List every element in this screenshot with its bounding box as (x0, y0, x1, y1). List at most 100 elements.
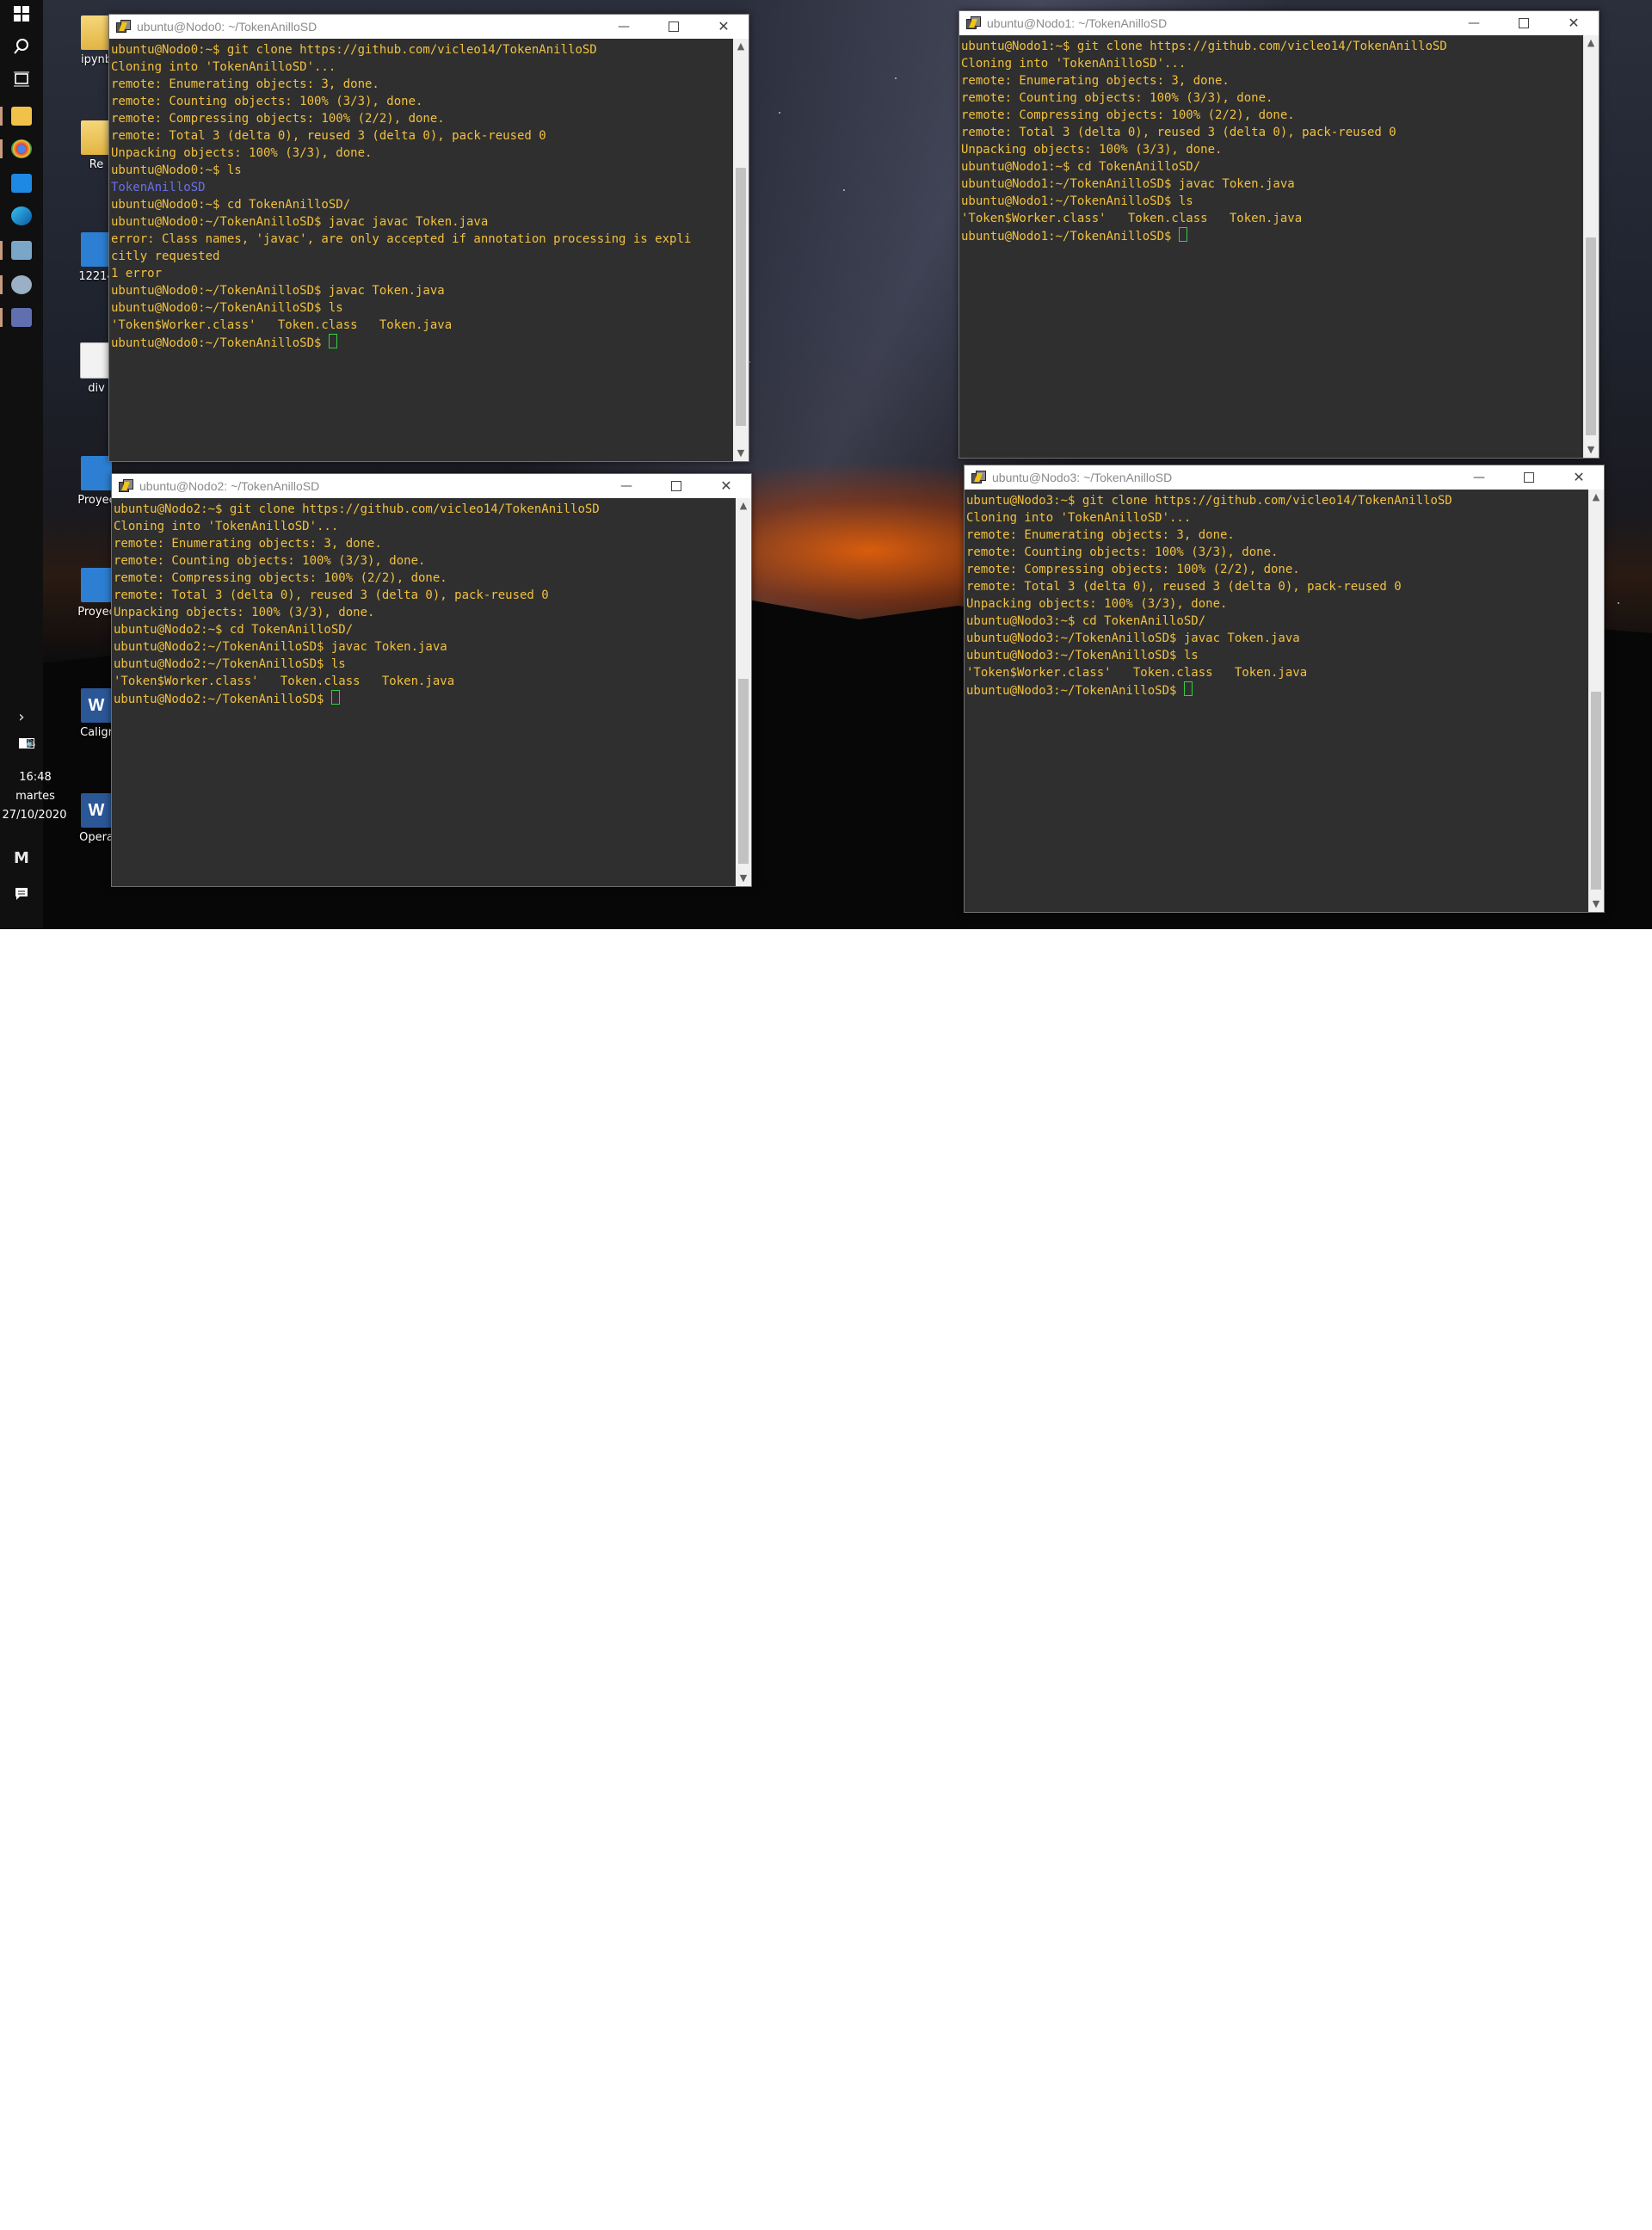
terminal-line-text: ubuntu@Nodo0:~$ ls (111, 163, 242, 177)
terminal-window-nodo1[interactable]: ubuntu@Nodo1: ~/TokenAnilloSD — ✕ ubuntu… (959, 10, 1600, 459)
clock-time[interactable]: 16:48 (14, 771, 57, 784)
maximize-button[interactable] (1504, 465, 1554, 490)
task-view-icon[interactable] (11, 71, 32, 91)
terminal-line-text: remote: Total 3 (delta 0), reused 3 (del… (966, 580, 1402, 594)
terminal-line-text: Unpacking objects: 100% (3/3), done. (961, 143, 1223, 157)
terminal-line-text: ubuntu@Nodo1:~/TokenAnilloSD$ javac Toke… (961, 177, 1295, 191)
window-title: ubuntu@Nodo1: ~/TokenAnilloSD (987, 16, 1168, 30)
folder-icon (81, 120, 112, 155)
terminal-line-text: remote: Total 3 (delta 0), reused 3 (del… (961, 126, 1396, 139)
file-explorer-icon[interactable] (11, 107, 32, 126)
terminal-output[interactable]: ubuntu@Nodo0:~$ git clone https://github… (109, 39, 733, 461)
battery-icon[interactable] (19, 738, 34, 748)
terminal-line-text: Unpacking objects: 100% (3/3), done. (966, 597, 1228, 611)
title-bar[interactable]: ubuntu@Nodo3: ~/TokenAnilloSD — ✕ (965, 465, 1604, 490)
terminal-line: remote: Enumerating objects: 3, done. (111, 76, 733, 93)
terminal-line-text: remote: Counting objects: 100% (3/3), do… (114, 554, 426, 568)
minimize-button[interactable]: — (1454, 465, 1504, 490)
terminal-line: remote: Counting objects: 100% (3/3), do… (961, 89, 1583, 107)
chrome-icon[interactable] (11, 139, 32, 158)
close-button[interactable]: ✕ (1549, 11, 1599, 35)
chevron-up-icon[interactable]: › (11, 707, 32, 728)
terminal-window-nodo0[interactable]: ubuntu@Nodo0: ~/TokenAnilloSD — ✕ ubuntu… (108, 14, 749, 462)
scrollbar[interactable]: ▲ ▼ (1588, 490, 1604, 912)
terminal-window-nodo3[interactable]: ubuntu@Nodo3: ~/TokenAnilloSD — ✕ ubuntu… (964, 465, 1605, 913)
terminal-line: remote: Counting objects: 100% (3/3), do… (966, 544, 1588, 561)
terminal-line: remote: Total 3 (delta 0), reused 3 (del… (111, 127, 733, 145)
terminal-line-text: error: Class names, 'javac', are only ac… (111, 232, 692, 246)
maximize-button[interactable] (649, 15, 699, 39)
terminal-line: ubuntu@Nodo1:~$ git clone https://github… (961, 38, 1583, 55)
terminal-output[interactable]: ubuntu@Nodo2:~$ git clone https://github… (112, 498, 736, 886)
app-icon[interactable] (11, 275, 32, 294)
search-icon[interactable] (11, 38, 32, 59)
terminal-line: remote: Total 3 (delta 0), reused 3 (del… (114, 587, 736, 604)
terminal-line: ubuntu@Nodo2:~/TokenAnilloSD$ (114, 690, 736, 707)
meet-now-icon[interactable]: M (11, 848, 32, 869)
terminal-line: TokenAnilloSD (111, 179, 733, 196)
clock-date[interactable]: 27/10/2020 (2, 809, 67, 822)
scroll-up-icon[interactable]: ▲ (733, 39, 749, 54)
scroll-down-icon[interactable]: ▼ (1588, 896, 1604, 912)
close-button[interactable]: ✕ (699, 15, 749, 39)
terminal-line: ubuntu@Nodo3:~$ git clone https://github… (966, 492, 1588, 509)
app-icon[interactable] (11, 308, 32, 327)
scroll-down-icon[interactable]: ▼ (736, 871, 751, 886)
scrollbar-thumb[interactable] (738, 679, 749, 864)
scrollbar-thumb[interactable] (1586, 237, 1596, 435)
close-button[interactable]: ✕ (1554, 465, 1604, 490)
scroll-down-icon[interactable]: ▼ (1583, 442, 1599, 458)
terminal-line-text: ubuntu@Nodo0:~/TokenAnilloSD$ ls (111, 301, 343, 315)
edge-icon[interactable] (11, 206, 32, 225)
terminal-output[interactable]: ubuntu@Nodo1:~$ git clone https://github… (959, 35, 1583, 458)
terminal-line: remote: Enumerating objects: 3, done. (114, 535, 736, 552)
scrollbar[interactable]: ▲ ▼ (736, 498, 751, 886)
mail-icon[interactable] (11, 174, 32, 193)
terminal-line: ubuntu@Nodo3:~/TokenAnilloSD$ (966, 681, 1588, 699)
terminal-line: citly requested (111, 248, 733, 265)
terminal-line-text: remote: Enumerating objects: 3, done. (966, 528, 1235, 542)
terminal-line-text: ubuntu@Nodo0:~$ cd TokenAnilloSD/ (111, 198, 351, 212)
terminal-line-text: ubuntu@Nodo0:~/TokenAnilloSD$ javac java… (111, 215, 489, 229)
minimize-button[interactable]: — (599, 15, 649, 39)
app-icon[interactable] (11, 241, 32, 260)
terminal-line-text: TokenAnilloSD (111, 181, 206, 194)
minimize-button[interactable]: — (601, 474, 651, 498)
terminal-line-text: ubuntu@Nodo2:~$ cd TokenAnilloSD/ (114, 623, 354, 637)
windows-start-icon[interactable] (11, 5, 32, 26)
title-bar[interactable]: ubuntu@Nodo2: ~/TokenAnilloSD — ✕ (112, 474, 751, 498)
scroll-up-icon[interactable]: ▲ (736, 498, 751, 514)
terminal-line-text: remote: Enumerating objects: 3, done. (114, 537, 382, 551)
scroll-up-icon[interactable]: ▲ (1583, 35, 1599, 51)
terminal-line: ubuntu@Nodo1:~$ cd TokenAnilloSD/ (961, 158, 1583, 176)
terminal-line: ubuntu@Nodo2:~$ git clone https://github… (114, 501, 736, 518)
title-bar[interactable]: ubuntu@Nodo0: ~/TokenAnilloSD — ✕ (109, 15, 749, 39)
app-active-marker (0, 275, 3, 294)
app-active-marker (0, 139, 3, 158)
terminal-line: ubuntu@Nodo0:~/TokenAnilloSD$ (111, 334, 733, 351)
minimize-button[interactable]: — (1449, 11, 1499, 35)
maximize-button[interactable] (1499, 11, 1549, 35)
terminal-window-nodo2[interactable]: ubuntu@Nodo2: ~/TokenAnilloSD — ✕ ubuntu… (111, 473, 752, 887)
terminal-line-text: Cloning into 'TokenAnilloSD'... (114, 520, 339, 533)
clock-day[interactable]: martes (14, 790, 57, 803)
app-icon (81, 456, 112, 490)
terminal-output[interactable]: ubuntu@Nodo3:~$ git clone https://github… (965, 490, 1588, 912)
scroll-down-icon[interactable]: ▼ (733, 446, 749, 461)
scrollbar-thumb[interactable] (1591, 692, 1601, 890)
scrollbar[interactable]: ▲ ▼ (1583, 35, 1599, 458)
terminal-line: Unpacking objects: 100% (3/3), done. (114, 604, 736, 621)
maximize-button[interactable] (651, 474, 701, 498)
close-button[interactable]: ✕ (701, 474, 751, 498)
terminal-line: remote: Compressing objects: 100% (2/2),… (961, 107, 1583, 124)
terminal-line-text: ubuntu@Nodo3:~/TokenAnilloSD$ ls (966, 649, 1199, 662)
putty-icon (971, 471, 986, 484)
notification-center-icon[interactable] (11, 886, 32, 907)
scroll-up-icon[interactable]: ▲ (1588, 490, 1604, 505)
terminal-line-text: remote: Total 3 (delta 0), reused 3 (del… (114, 588, 549, 602)
scrollbar-thumb[interactable] (736, 168, 746, 426)
scrollbar[interactable]: ▲ ▼ (733, 39, 749, 461)
title-bar[interactable]: ubuntu@Nodo1: ~/TokenAnilloSD — ✕ (959, 11, 1599, 35)
terminal-line: remote: Counting objects: 100% (3/3), do… (114, 552, 736, 570)
terminal-line-text: ubuntu@Nodo1:~/TokenAnilloSD$ (961, 230, 1179, 243)
